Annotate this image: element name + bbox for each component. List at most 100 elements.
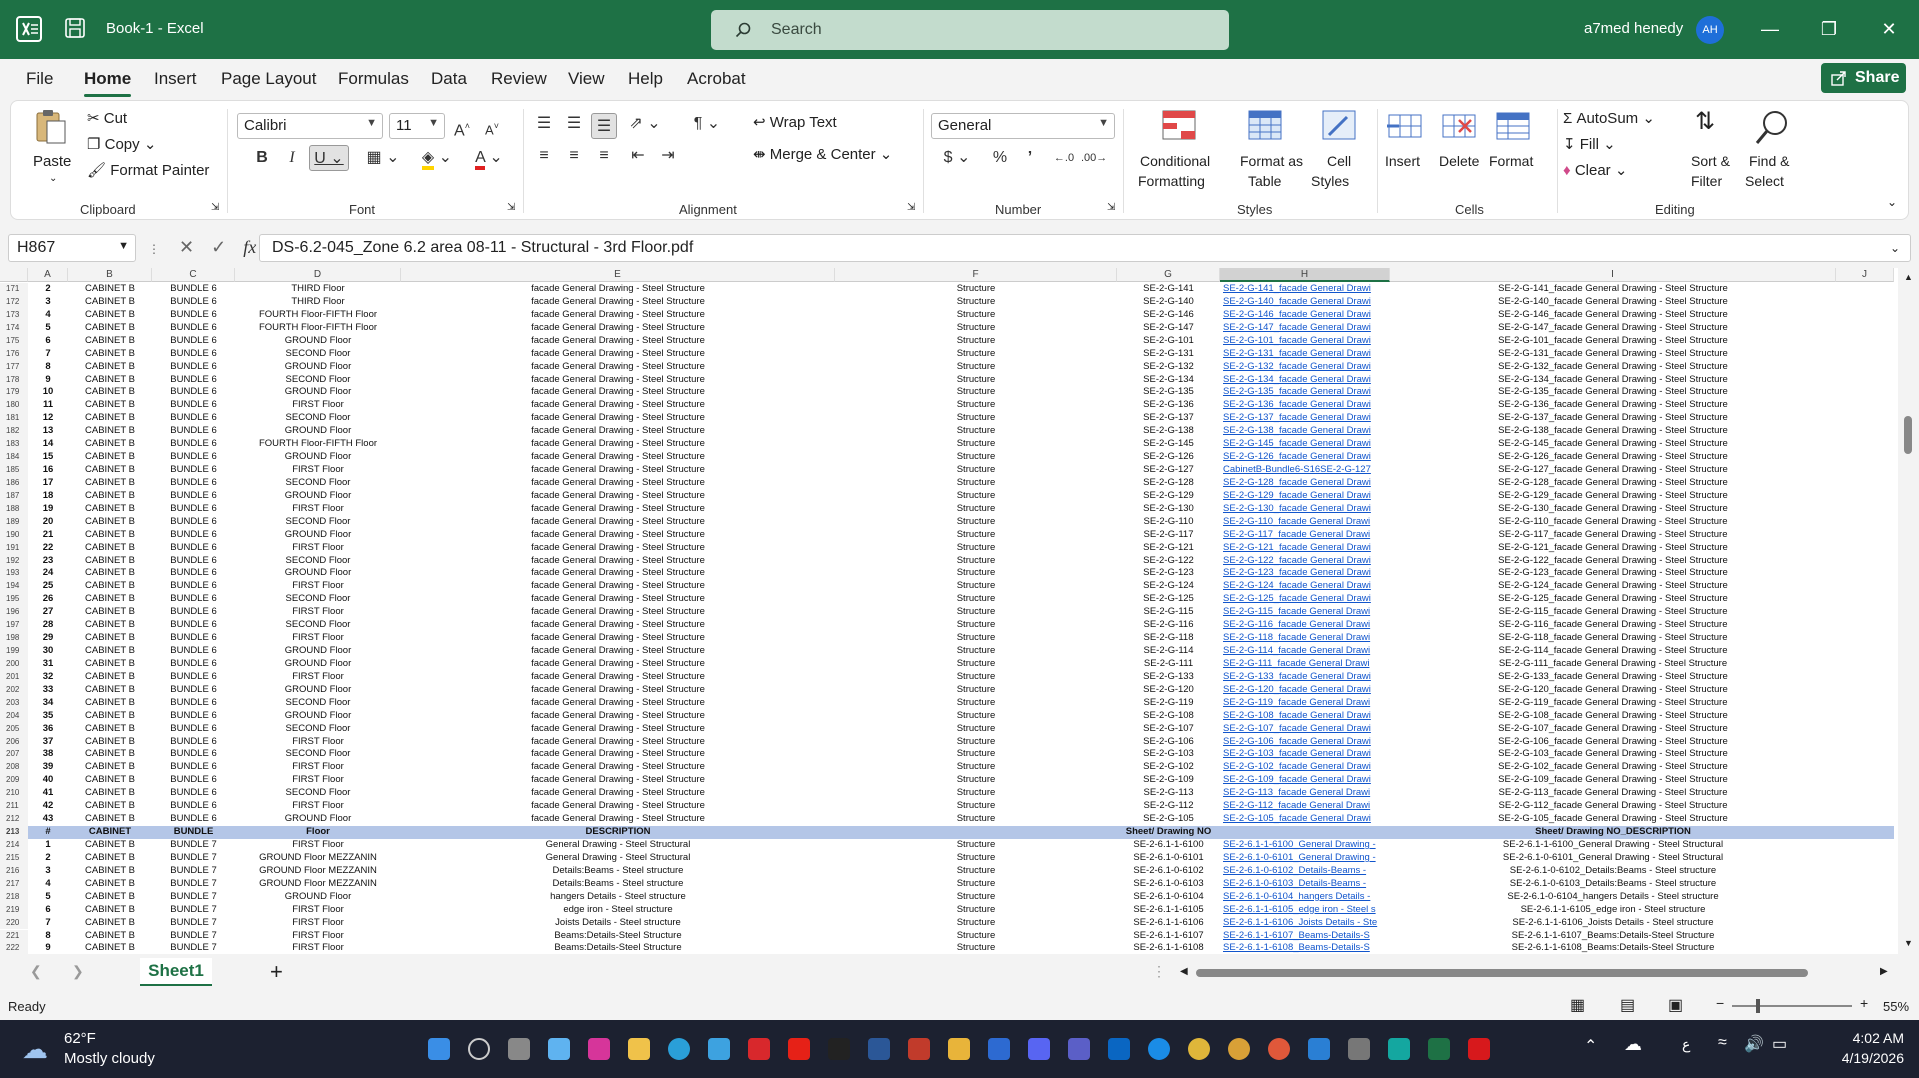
cell-g[interactable]: SE-2-G-116: [1117, 619, 1220, 632]
cell-b[interactable]: CABINET B: [68, 451, 152, 464]
chrome-profile-icon[interactable]: [1228, 1038, 1250, 1060]
cell-i[interactable]: SE-2-G-137_facade General Drawing - Stee…: [1390, 412, 1836, 425]
table-row[interactable]: 214 1 CABINET B BUNDLE 7 FIRST Floor General …: [0, 838, 1894, 852]
row-number[interactable]: 177: [0, 360, 28, 374]
cell-h[interactable]: SE-2-G-119_facade General Drawi: [1220, 697, 1390, 710]
cell-h[interactable]: SE-2-6.1-1-6107_Beams-Details-S: [1220, 930, 1390, 943]
delete-cells-icon[interactable]: [1439, 107, 1479, 147]
cell-b[interactable]: CABINET B: [68, 438, 152, 451]
table-row[interactable]: 210 41 CABINET B BUNDLE 6 SECOND Floor facade…: [0, 787, 1894, 801]
clipboard-launcher-icon[interactable]: ⇲: [211, 202, 219, 213]
table-row[interactable]: 178 9 CABINET B BUNDLE 6 SECOND Floor facade …: [0, 373, 1894, 387]
cell-j[interactable]: [1836, 632, 1894, 645]
cell-i[interactable]: SE-2-6.1-1-6100_General Drawing - Steel …: [1390, 839, 1836, 852]
increase-indent-icon[interactable]: ⇥: [655, 143, 681, 169]
table-row[interactable]: 211 42 CABINET B BUNDLE 6 FIRST Floor facade …: [0, 800, 1894, 814]
cell-d[interactable]: GROUND Floor MEZZANIN: [235, 852, 401, 865]
row-number[interactable]: 207: [0, 748, 28, 762]
enter-icon[interactable]: ✓: [211, 237, 226, 257]
horizontal-scrollbar[interactable]: ◀ ▶: [1180, 966, 1890, 979]
cell-f[interactable]: Structure: [835, 930, 1117, 943]
cell-f[interactable]: Structure: [835, 399, 1117, 412]
cell-f[interactable]: Structure: [835, 529, 1117, 542]
cell-b[interactable]: CABINET B: [68, 645, 152, 658]
cell-g[interactable]: SE-2-G-131: [1117, 348, 1220, 361]
format-as-table-icon[interactable]: [1245, 107, 1285, 147]
chevron-down-icon[interactable]: ▼: [118, 240, 129, 252]
cell-e[interactable]: facade General Drawing - Steel Structure: [401, 361, 835, 374]
insert-function-icon[interactable]: fx: [243, 237, 256, 257]
scroll-left-icon[interactable]: ◀: [1180, 966, 1188, 977]
cell-d[interactable]: FIRST Floor: [235, 632, 401, 645]
cell-g[interactable]: SE-2-G-111: [1117, 658, 1220, 671]
cell-b[interactable]: CABINET B: [68, 593, 152, 606]
cell-j[interactable]: [1836, 348, 1894, 361]
cell-f[interactable]: Structure: [835, 464, 1117, 477]
table-row[interactable]: 197 28 CABINET B BUNDLE 6 SECOND Floor facade…: [0, 619, 1894, 633]
row-number[interactable]: 217: [0, 877, 28, 891]
row-number[interactable]: 212: [0, 813, 28, 827]
cell-a[interactable]: 34: [28, 697, 68, 710]
cell-i[interactable]: SE-2-G-125_facade General Drawing - Stee…: [1390, 593, 1836, 606]
cell-g[interactable]: SE-2-G-140: [1117, 296, 1220, 309]
cell-e[interactable]: facade General Drawing - Steel Structure: [401, 438, 835, 451]
cell-i[interactable]: Sheet/ Drawing NO_DESCRIPTION: [1390, 826, 1836, 839]
cell-a[interactable]: 29: [28, 632, 68, 645]
cell-b[interactable]: CABINET B: [68, 878, 152, 891]
cell-i[interactable]: SE-2-G-118_facade General Drawing - Stee…: [1390, 632, 1836, 645]
copy-button[interactable]: ❐ Copy ⌄: [87, 135, 156, 153]
page-layout-view-icon[interactable]: ▤: [1620, 995, 1635, 1015]
cell-f[interactable]: Structure: [835, 917, 1117, 930]
cell-i[interactable]: SE-2-G-121_facade General Drawing - Stee…: [1390, 542, 1836, 555]
cell-g[interactable]: SE-2-G-130: [1117, 503, 1220, 516]
cell-a[interactable]: 9: [28, 374, 68, 387]
cell-e[interactable]: facade General Drawing - Steel Structure: [401, 296, 835, 309]
cell-c[interactable]: BUNDLE 6: [152, 477, 235, 490]
cell-b[interactable]: CABINET B: [68, 684, 152, 697]
cell-j[interactable]: [1836, 425, 1894, 438]
weather-temp[interactable]: 62°F: [64, 1030, 96, 1047]
cell-e[interactable]: facade General Drawing - Steel Structure: [401, 787, 835, 800]
cell-g[interactable]: SE-2-G-147: [1117, 322, 1220, 335]
cell-g[interactable]: SE-2-G-112: [1117, 800, 1220, 813]
cell-e[interactable]: facade General Drawing - Steel Structure: [401, 748, 835, 761]
cell-e[interactable]: facade General Drawing - Steel Structure: [401, 309, 835, 322]
cell-c[interactable]: BUNDLE 6: [152, 619, 235, 632]
row-number[interactable]: 204: [0, 709, 28, 723]
cell-c[interactable]: BUNDLE 6: [152, 348, 235, 361]
row-number[interactable]: 197: [0, 619, 28, 633]
file-explorer-icon[interactable]: [948, 1038, 970, 1060]
cell-a[interactable]: 5: [28, 322, 68, 335]
row-number[interactable]: 195: [0, 593, 28, 607]
table-row[interactable]: 188 19 CABINET B BUNDLE 6 FIRST Floor facade …: [0, 502, 1894, 516]
table-row[interactable]: 216 3 CABINET B BUNDLE 7 GROUND Floor MEZZAN…: [0, 864, 1894, 878]
cell-f[interactable]: Structure: [835, 555, 1117, 568]
cell-f[interactable]: Structure: [835, 412, 1117, 425]
cell-c[interactable]: BUNDLE 6: [152, 632, 235, 645]
row-number[interactable]: 214: [0, 838, 28, 852]
cell-e[interactable]: facade General Drawing - Steel Structure: [401, 542, 835, 555]
cell-g[interactable]: SE-2-6.1-0-6104: [1117, 891, 1220, 904]
cell-i[interactable]: SE-2-G-128_facade General Drawing - Stee…: [1390, 477, 1836, 490]
vscode-icon[interactable]: [1308, 1038, 1330, 1060]
cell-i[interactable]: SE-2-G-116_facade General Drawing - Stee…: [1390, 619, 1836, 632]
cell-c[interactable]: BUNDLE 6: [152, 464, 235, 477]
cell-j[interactable]: [1836, 942, 1894, 954]
tab-help[interactable]: Help: [628, 69, 663, 89]
cell-f[interactable]: [835, 826, 1117, 839]
cell-f[interactable]: Structure: [835, 736, 1117, 749]
cell-b[interactable]: CABINET B: [68, 567, 152, 580]
cell-i[interactable]: SE-2-G-124_facade General Drawing - Stee…: [1390, 580, 1836, 593]
decrease-decimal-icon[interactable]: .00→: [1081, 145, 1107, 171]
cell-c[interactable]: BUNDLE 6: [152, 658, 235, 671]
cell-f[interactable]: Structure: [835, 490, 1117, 503]
cell-b[interactable]: CABINET B: [68, 710, 152, 723]
cell-d[interactable]: FOURTH Floor-FIFTH Floor: [235, 309, 401, 322]
cell-i[interactable]: SE-2-6.1-1-6107_Beams:Details-Steel Stru…: [1390, 930, 1836, 943]
column-header-a[interactable]: A: [28, 268, 68, 282]
row-number[interactable]: 180: [0, 399, 28, 413]
cell-e[interactable]: Beams:Details-Steel Structure: [401, 930, 835, 943]
cell-e[interactable]: DESCRIPTION: [401, 826, 835, 839]
table-row[interactable]: 189 20 CABINET B BUNDLE 6 SECOND Floor facade…: [0, 515, 1894, 529]
cell-c[interactable]: BUNDLE 6: [152, 761, 235, 774]
